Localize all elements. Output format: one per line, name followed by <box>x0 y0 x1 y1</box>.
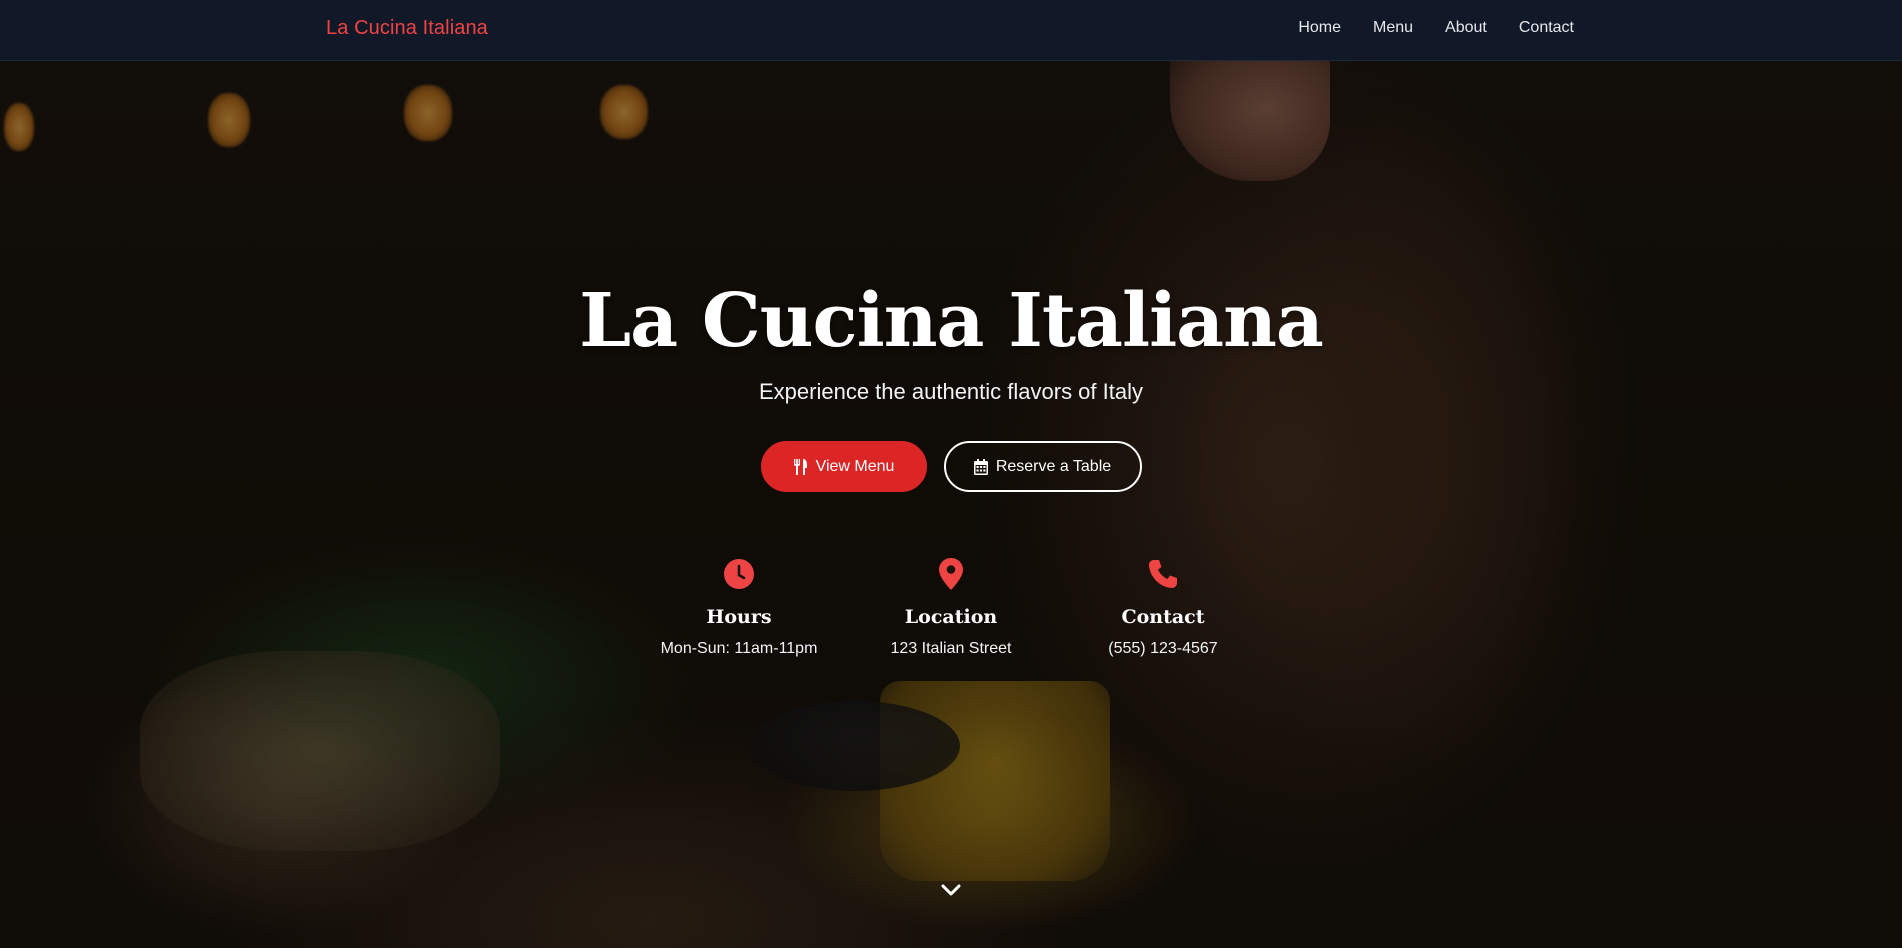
info-contact: Contact (555) 123-4567 <box>1081 556 1245 658</box>
info-hours-text: Mon-Sun: 11am-11pm <box>660 640 818 657</box>
info-row: Hours Mon-Sun: 11am-11pm Location 123 It… <box>0 556 1902 658</box>
nav-link-home[interactable]: Home <box>1298 19 1341 37</box>
chevron-down-icon[interactable] <box>940 879 962 901</box>
view-menu-button[interactable]: View Menu <box>760 441 927 492</box>
info-location: Location 123 Italian Street <box>869 556 1033 658</box>
info-hours-title: Hours <box>706 606 772 628</box>
info-contact-text: (555) 123-4567 <box>1108 640 1218 657</box>
hero-section: La Cucina Italiana Experience the authen… <box>0 61 1902 948</box>
nav-link-menu[interactable]: Menu <box>1373 19 1413 37</box>
info-contact-title: Contact <box>1121 606 1205 628</box>
clock-icon <box>657 556 821 592</box>
view-menu-label: View Menu <box>815 457 895 475</box>
map-pin-icon <box>869 556 1033 592</box>
calendar-icon <box>973 458 988 475</box>
hero-overlay <box>0 61 1902 948</box>
nav-link-about[interactable]: About <box>1445 19 1487 37</box>
info-hours: Hours Mon-Sun: 11am-11pm <box>657 556 821 658</box>
reserve-table-label: Reserve a Table <box>995 457 1112 475</box>
reserve-table-button[interactable]: Reserve a Table <box>943 441 1142 492</box>
navbar: La Cucina Italiana Home Menu About Conta… <box>0 0 1902 61</box>
info-location-text: 123 Italian Street <box>890 640 1012 657</box>
hero-title: La Cucina Italiana <box>579 278 1324 364</box>
nav-links: Home Menu About Contact <box>1298 19 1574 37</box>
brand-logo-link[interactable]: La Cucina Italiana <box>326 17 488 40</box>
info-location-title: Location <box>904 606 998 628</box>
hero-buttons: View Menu Reserve a Table <box>0 441 1902 492</box>
nav-link-contact[interactable]: Contact <box>1519 19 1574 37</box>
utensils-icon <box>793 458 808 475</box>
hero-subtitle: Experience the authentic flavors of Ital… <box>759 379 1143 404</box>
phone-icon <box>1081 556 1245 592</box>
